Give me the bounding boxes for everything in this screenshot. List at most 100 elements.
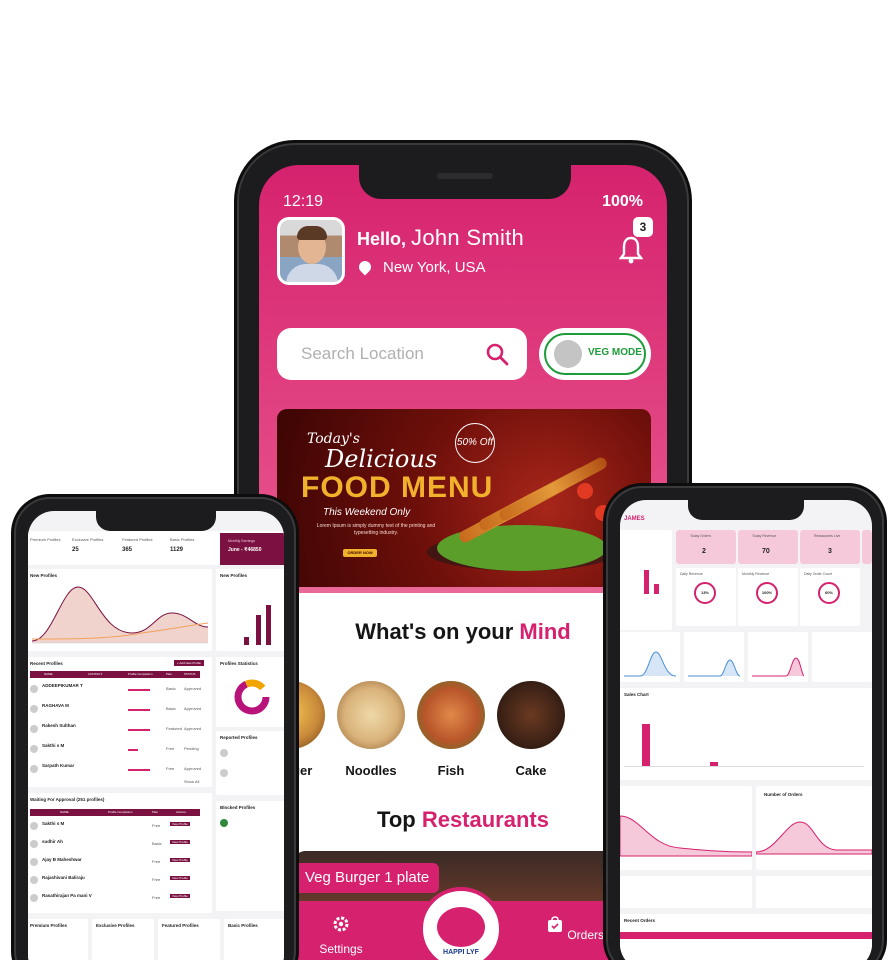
table-row[interactable]: Sarpath Kumar Free Approved (30, 761, 201, 779)
sparkline (688, 659, 741, 677)
category-noodles[interactable]: Noodles (335, 681, 407, 778)
user-avatar[interactable] (277, 217, 345, 285)
location-text: New York, USA (383, 259, 486, 276)
dashboard-header-title: JAMES (624, 516, 645, 522)
view-profile-button[interactable]: View Profile (170, 822, 190, 826)
user-location[interactable]: New York, USA (356, 258, 486, 276)
table-row[interactable]: Rasathirajan Pa mani V Free View Profile (30, 891, 200, 907)
premium-profiles-card: Premium Profiles (28, 919, 88, 960)
search-placeholder: Search Location (301, 344, 424, 363)
table-row[interactable]: ADDEEPIKUMAR T Basic Approved (30, 681, 201, 699)
category-label: Fish (437, 763, 465, 778)
exclusive-profiles-card: Exclusive Profiles (92, 919, 154, 960)
profile-stats-card: Profiles Statistics (216, 657, 284, 727)
reported-profiles-card: Reported Profiles (216, 731, 284, 795)
view-profile-button[interactable]: View Profile (170, 858, 190, 862)
waiting-table-header: NAME Profile Completion Plan Actions (30, 809, 200, 816)
row-plan: Free (152, 895, 161, 900)
earnings-card: Monthly Earnings June - ₹46850 (220, 533, 284, 565)
veg-mode-label: VEG MODE (588, 347, 642, 358)
table-row[interactable]: Ajay B Maheshwar Free View Profile (30, 855, 200, 871)
bar-2 (244, 637, 249, 645)
view-profile-button[interactable]: View Profile (170, 894, 190, 898)
nav-orders[interactable]: Orders (545, 915, 605, 942)
row-plan: Basic (166, 686, 176, 691)
notification-bell-icon[interactable] (618, 235, 644, 265)
row-status: Approved (184, 726, 202, 731)
add-new-profile-button[interactable]: + Add New Profile (174, 660, 204, 666)
th-name: NAME (44, 672, 53, 676)
stat-exclusive-value: 25 (72, 547, 79, 553)
new-profiles-title: New Profiles (30, 573, 58, 578)
status-time: 12:19 (283, 193, 324, 210)
notification-count-badge: 3 (633, 217, 653, 237)
row-plan: Free (152, 823, 161, 828)
veg-mode-toggle[interactable]: VEG MODE (539, 328, 651, 380)
sales-chart-title: Sales Chart (624, 692, 649, 697)
nav-settings[interactable]: Settings (311, 915, 371, 956)
area-chart (755, 821, 872, 855)
featured-profiles-title: Featured Profiles (162, 923, 199, 928)
sparkline (752, 657, 805, 677)
row-plan: Basic (166, 706, 176, 711)
avatar (30, 822, 38, 830)
avatar (220, 749, 228, 757)
row-name: RAGHAVA M (42, 703, 69, 708)
top-restaurants-prefix: Top (377, 807, 416, 832)
banner-description: Lorem Ipsum is simply dummy text of the … (316, 523, 436, 536)
table-row[interactable]: Rakesh Sulthan Featured Approved (30, 721, 202, 739)
left-phone-notch (96, 509, 216, 531)
spark-card-3 (748, 632, 808, 682)
veg-toggle-knob (554, 340, 582, 368)
category-cake[interactable]: Cake (495, 681, 567, 778)
wth-actions: Actions (176, 810, 186, 814)
daily-revenue-value: 13% (700, 590, 709, 595)
view-profile-button[interactable]: View Profile (170, 840, 190, 844)
speaker-grille (437, 173, 493, 179)
search-location-input[interactable]: Search Location (277, 328, 527, 380)
summary-card (620, 530, 672, 630)
stat-premium-label: Premium Profiles (30, 537, 61, 542)
logo-text: HAPPI LYF (443, 949, 479, 956)
row-name: ADDEEPIKUMAR T (42, 683, 83, 688)
admin-dashboard-screen: Premium Profiles Exclusive Profiles 25 F… (28, 511, 284, 960)
promo-banner[interactable]: Today's Delicious FOOD MENU This Weekend… (277, 409, 651, 587)
today-orders-value: 2 (702, 548, 706, 555)
search-icon[interactable] (485, 342, 509, 366)
monthly-revenue-label: Monthly Revenue (742, 572, 770, 576)
left-phone-frame: Premium Profiles Exclusive Profiles 25 F… (14, 497, 296, 960)
axis (624, 766, 864, 767)
new-profiles-small-title: New Profiles (220, 573, 248, 578)
today-orders-card: Today Orders 2 (676, 530, 736, 564)
user-name: John Smith (411, 225, 525, 250)
view-profile-button[interactable]: View Profile (170, 876, 190, 880)
battery-status: 100% (602, 193, 643, 210)
table-row[interactable]: Sakthi s M Free Pending (30, 741, 200, 759)
cake-image (497, 681, 565, 749)
new-profiles-card: New Profiles (28, 569, 212, 651)
th-plan: Plan (166, 672, 173, 676)
avatar (220, 769, 228, 777)
wth-completion: Profile Completion (108, 810, 133, 814)
row-name: Sarpath Kumar (42, 763, 75, 768)
completion-bar (128, 729, 150, 731)
spark-card-4 (812, 632, 872, 682)
category-fish[interactable]: Fish (415, 681, 487, 778)
daily-orders-value: 60% (824, 590, 833, 595)
row-plan: Basic (152, 841, 162, 846)
avatar-hair (297, 226, 327, 240)
row-name: Sakthi s M (42, 743, 65, 748)
wth-name: NAME (60, 810, 69, 814)
show-all-link[interactable]: Show All (184, 779, 199, 784)
th-completion: Profile Completion (128, 672, 153, 676)
banner-order-now-button[interactable]: ORDER NOW (343, 549, 377, 557)
spark-card-1 (620, 632, 680, 682)
table-row[interactable]: RAGHAVA M Basic Approved (30, 701, 201, 719)
table-row[interactable]: Sakthi s M Free View Profile (30, 819, 200, 835)
table-row[interactable]: sudhir Ah Basic View Profile (30, 837, 200, 853)
avatar (30, 894, 38, 902)
revenue-area-chart-card (620, 786, 753, 870)
avatar (30, 745, 38, 753)
featured-profiles-card: Featured Profiles (158, 919, 220, 960)
table-row[interactable]: Rajashivani Baliraju Free View Profile (30, 873, 200, 889)
